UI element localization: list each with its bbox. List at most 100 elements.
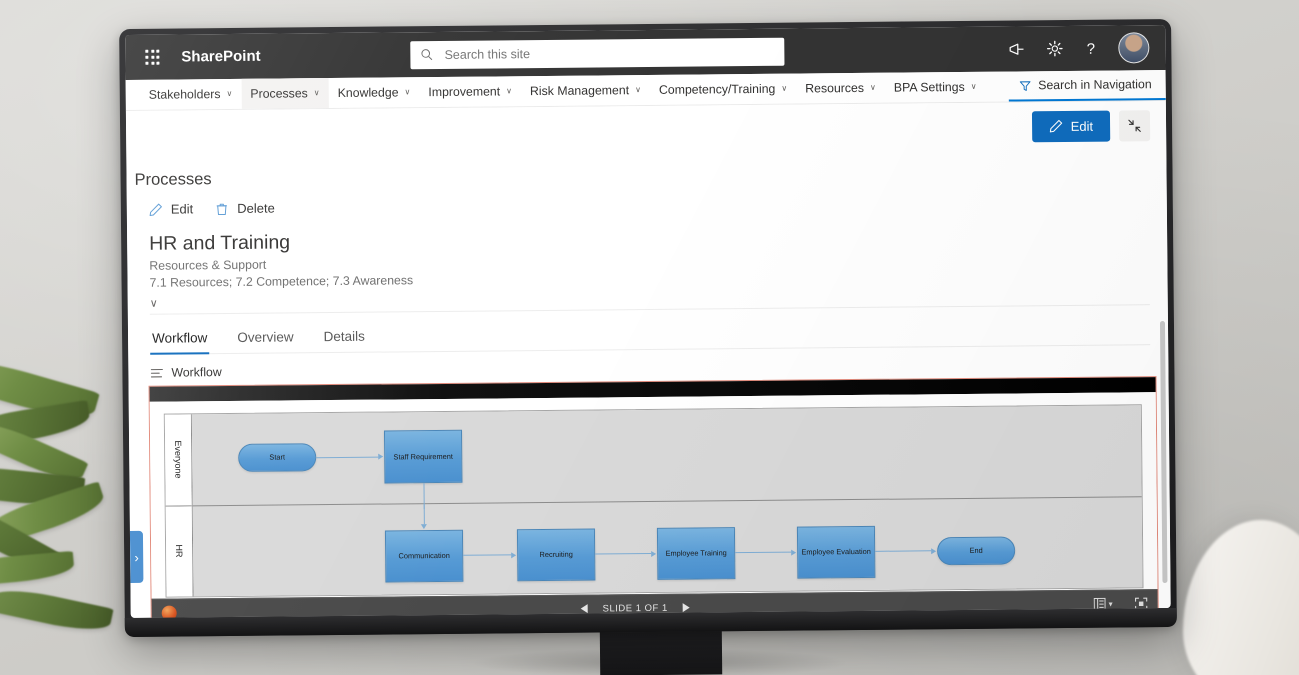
node-recruiting[interactable]: Recruiting xyxy=(516,528,596,581)
funnel-icon xyxy=(1019,80,1031,91)
arrowhead-icon xyxy=(420,523,427,529)
screen: SharePoint Search this site ? Stakeholde… xyxy=(125,25,1171,618)
node-start[interactable]: Start xyxy=(238,443,317,472)
node-label: Employee Training xyxy=(665,547,727,558)
foreground-object xyxy=(1183,520,1299,675)
arrowhead-icon xyxy=(931,547,937,554)
viewer-canvas: Everyone HR Start Staff Requirement Comm… xyxy=(149,392,1158,598)
tab-label: Workflow xyxy=(152,330,208,346)
nav-item-resources[interactable]: Resources ∨ xyxy=(796,73,885,104)
node-staff-requirement[interactable]: Staff Requirement xyxy=(383,429,463,484)
chevron-down-icon: ∨ xyxy=(635,85,641,95)
nav-item-bpa-settings[interactable]: BPA Settings ∨ xyxy=(885,72,986,103)
nav-label: BPA Settings xyxy=(893,79,965,95)
nav-label: Stakeholders xyxy=(148,87,221,102)
connector-start-to-staff-requirement xyxy=(316,456,379,458)
pencil-icon xyxy=(149,203,162,216)
help-icon[interactable]: ? xyxy=(1083,39,1098,57)
edit-page-label: Edit xyxy=(1070,118,1094,134)
office-viewer-logo-icon xyxy=(161,605,177,618)
node-label: Employee Evaluation xyxy=(801,546,871,557)
nav-label: Processes xyxy=(250,86,308,101)
suite-actions: ? xyxy=(1007,32,1153,64)
photo-scene: SharePoint Search this site ? Stakeholde… xyxy=(0,0,1299,675)
node-employee-training[interactable]: Employee Training xyxy=(656,526,736,580)
next-slide-button[interactable] xyxy=(682,603,691,613)
pencil-icon xyxy=(1049,119,1062,133)
node-communication[interactable]: Communication xyxy=(384,529,464,583)
dropdown-caret-icon: ▾ xyxy=(1108,599,1113,609)
site-search-box[interactable] xyxy=(410,37,785,69)
nav-item-knowledge[interactable]: Knowledge ∨ xyxy=(329,77,420,108)
nav-item-improvement[interactable]: Improvement ∨ xyxy=(419,76,521,107)
nav-item-processes[interactable]: Processes ∨ xyxy=(241,78,329,109)
nav-label: Improvement xyxy=(428,84,501,100)
arrowhead-icon xyxy=(651,550,657,557)
chevron-down-icon: ∨ xyxy=(869,82,876,92)
tab-workflow[interactable]: Workflow xyxy=(150,325,210,354)
swimlane-label-text: Everyone xyxy=(173,440,184,479)
search-in-navigation-button[interactable]: Search in Navigation xyxy=(1008,70,1166,102)
item-edit-button[interactable]: Edit xyxy=(149,201,194,217)
gear-icon[interactable] xyxy=(1046,40,1063,57)
expand-panel-tab[interactable]: › xyxy=(129,530,144,583)
swimlane-labels: Everyone HR xyxy=(164,414,194,597)
chevron-down-icon: ∨ xyxy=(781,83,788,93)
connector-recruiting-to-employee-training xyxy=(595,552,652,555)
tab-details[interactable]: Details xyxy=(321,324,367,352)
item-delete-button[interactable]: Delete xyxy=(215,201,275,217)
previous-slide-button[interactable] xyxy=(580,604,589,614)
list-lines-icon xyxy=(150,368,163,377)
swimlane-everyone: Start Staff Requirement xyxy=(191,405,1142,510)
connector-employee-training-to-employee-evaluation xyxy=(735,551,792,554)
chevron-right-icon: › xyxy=(134,549,139,565)
node-end[interactable]: End xyxy=(937,535,1016,565)
node-employee-evaluation[interactable]: Employee Evaluation xyxy=(796,525,876,579)
nav-label: Competency/Training xyxy=(658,81,776,97)
chevron-down-icon: ∨ xyxy=(313,88,320,98)
tab-overview[interactable]: Overview xyxy=(235,324,296,353)
document-viewer: Everyone HR Start Staff Requirement Comm… xyxy=(148,376,1159,618)
connector-communication-to-recruiting xyxy=(463,554,512,556)
swimlane-hr: Communication Recruiting Employee Traini… xyxy=(193,497,1143,597)
collapse-arrows-icon xyxy=(1128,119,1141,132)
nav-item-stakeholders[interactable]: Stakeholders ∨ xyxy=(140,79,242,110)
chevron-down-icon: ∨ xyxy=(404,87,411,97)
search-input[interactable] xyxy=(442,43,775,63)
item-header: HR and Training Resources & Support 7.1 … xyxy=(127,207,1168,310)
nav-item-risk-management[interactable]: Risk Management ∨ xyxy=(521,75,650,106)
tab-label: Details xyxy=(323,328,365,345)
item-edit-label: Edit xyxy=(170,201,194,217)
focus-on-content-button[interactable] xyxy=(1118,109,1151,141)
chevron-down-icon: ∨ xyxy=(226,88,233,99)
search-in-navigation-label: Search in Navigation xyxy=(1038,77,1152,93)
arrowhead-icon xyxy=(791,549,797,556)
node-label: Start xyxy=(269,452,286,462)
trash-icon xyxy=(217,203,228,215)
avatar[interactable] xyxy=(1118,32,1150,64)
monitor: SharePoint Search this site ? Stakeholde… xyxy=(119,18,1177,638)
megaphone-icon[interactable] xyxy=(1007,41,1026,57)
nav-item-competency-training[interactable]: Competency/Training ∨ xyxy=(650,74,797,105)
chevron-down-icon: ∨ xyxy=(506,86,513,96)
arrowhead-icon xyxy=(378,453,384,460)
nav-label: Resources xyxy=(805,80,865,96)
app-launcher-icon[interactable] xyxy=(137,42,167,72)
chevron-down-icon: ∨ xyxy=(970,81,977,91)
tab-label: Overview xyxy=(237,329,294,345)
node-label: Staff Requirement xyxy=(393,451,453,461)
suite-title: SharePoint xyxy=(181,47,261,66)
swimlane-bodies: Start Staff Requirement Communication Re… xyxy=(191,405,1143,597)
webpart-title: Workflow xyxy=(171,365,222,380)
expand-details-chevron-icon[interactable]: ∨ xyxy=(150,297,168,310)
monitor-stand xyxy=(599,627,723,675)
swimlane-label-text: HR xyxy=(174,544,185,558)
search-icon xyxy=(421,49,433,61)
connector-employee-evaluation-to-end xyxy=(875,550,932,553)
nav-label: Knowledge xyxy=(337,85,399,100)
svg-text:?: ? xyxy=(1087,40,1096,57)
edit-page-button[interactable]: Edit xyxy=(1031,110,1111,142)
swimlane-label-hr: HR xyxy=(165,505,193,597)
workflow-diagram: Everyone HR Start Staff Requirement Comm… xyxy=(163,404,1144,598)
page-body: › Processes Edit Delete HR and Training … xyxy=(126,149,1171,618)
